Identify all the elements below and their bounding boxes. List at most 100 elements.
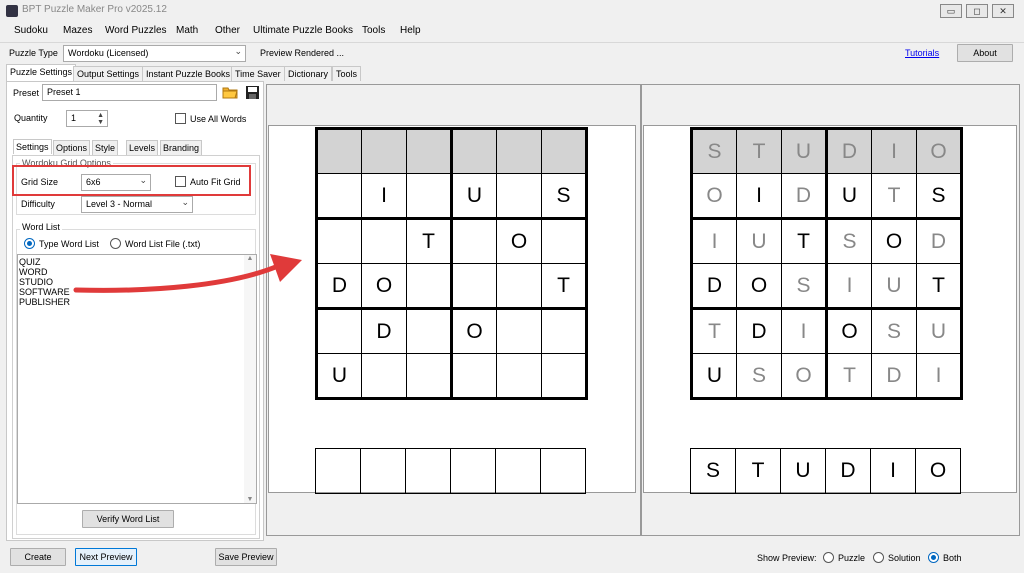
show-both-label: Both (943, 553, 962, 563)
grid-cell: T (871, 173, 917, 220)
menu-tools[interactable]: Tools (362, 25, 385, 36)
tab-dictionary[interactable]: Dictionary (284, 66, 333, 81)
tab-puzzle-settings[interactable]: Puzzle Settings (6, 64, 77, 81)
show-puzzle-radio[interactable] (823, 552, 834, 563)
menu-sudoku[interactable]: Sudoku (14, 25, 48, 36)
puzzle-type-select[interactable]: Wordoku (Licensed) ⌄ (63, 45, 246, 62)
auto-fit-grid-checkbox[interactable] (175, 176, 186, 187)
grid-cell: S (826, 218, 872, 264)
maximize-icon[interactable]: ◻ (966, 4, 988, 18)
chevron-down-icon: ⌄ (234, 46, 242, 56)
create-button[interactable]: Create (10, 548, 66, 566)
scroll-down-icon[interactable]: ▼ (244, 496, 256, 503)
grid-cell: O (915, 448, 961, 494)
subtab-style[interactable]: Style (92, 140, 119, 155)
show-solution-radio[interactable] (873, 552, 884, 563)
tab-output-settings[interactable]: Output Settings (73, 66, 144, 81)
grid-cell: D (690, 263, 737, 310)
grid-cell: U (916, 308, 963, 354)
minimize-icon[interactable]: ▭ (940, 4, 962, 18)
grid-cell: S (690, 448, 736, 494)
difficulty-select[interactable]: Level 3 - Normal ⌄ (81, 196, 193, 213)
grid-cell: D (826, 127, 872, 174)
word-list-item: SOFTWARE (19, 287, 70, 297)
grid-row: U (315, 353, 588, 400)
grid-cell: O (690, 173, 737, 220)
save-preview-button[interactable]: Save Preview (215, 548, 277, 566)
grid-cell: D (871, 353, 917, 400)
grid-cell: U (451, 173, 497, 220)
grid-size-select[interactable]: 6x6 ⌄ (81, 174, 151, 191)
grid-cell: T (690, 308, 737, 354)
verify-word-list-button[interactable]: Verify Word List (82, 510, 174, 528)
save-icon[interactable] (245, 85, 260, 100)
word-list-item: PUBLISHER (19, 297, 71, 307)
app-icon (6, 5, 18, 17)
grid-cell (360, 448, 406, 494)
auto-fit-grid-label: Auto Fit Grid (190, 177, 241, 187)
grid-cell (496, 173, 542, 220)
grid-cell: U (871, 263, 917, 310)
grid-row: DOSIUT (690, 263, 963, 310)
grid-cell (450, 448, 496, 494)
grid-row: STUDIO (690, 448, 961, 494)
grid-row (315, 127, 588, 174)
grid-cell: S (541, 173, 588, 220)
tutorials-link[interactable]: Tutorials (905, 48, 939, 58)
use-all-words-checkbox[interactable] (175, 113, 186, 124)
grid-cell: T (406, 218, 453, 264)
grid-cell: D (736, 308, 782, 354)
type-word-list-radio[interactable] (24, 238, 35, 249)
grid-cell: O (451, 308, 497, 354)
grid-cell: D (825, 448, 871, 494)
word-list-item: STUDIO (19, 277, 54, 287)
subtab-levels[interactable]: Levels (126, 140, 159, 155)
grid-cell (406, 173, 453, 220)
grid-cell: I (781, 308, 828, 354)
menu-word-puzzles[interactable]: Word Puzzles (105, 25, 167, 36)
close-icon[interactable]: ✕ (992, 4, 1014, 18)
grid-cell (361, 218, 407, 264)
menu-ultimate-puzzle-books[interactable]: Ultimate Puzzle Books (253, 25, 353, 36)
difficulty-value: Level 3 - Normal (86, 199, 153, 209)
grid-cell (496, 263, 542, 310)
puzzle-type-label: Puzzle Type (9, 48, 58, 58)
menu-other[interactable]: Other (215, 25, 240, 36)
open-folder-icon[interactable] (222, 85, 238, 99)
subtab-options[interactable]: Options (53, 140, 91, 155)
grid-row: DO T (315, 263, 588, 310)
grid-cell (315, 308, 362, 354)
about-button[interactable]: About (957, 44, 1013, 62)
tab-time-saver[interactable]: Time Saver (231, 66, 285, 81)
grid-cell: O (826, 308, 872, 354)
word-list-file-radio[interactable] (110, 238, 121, 249)
tab-tools[interactable]: Tools (332, 66, 362, 81)
stepper-arrows-icon[interactable]: ▲ ▼ (97, 112, 104, 126)
menu-help[interactable]: Help (400, 25, 421, 36)
grid-cell (541, 218, 588, 264)
grid-cell: I (826, 263, 872, 310)
subtab-branding[interactable]: Branding (160, 140, 203, 155)
menu-mazes[interactable]: Mazes (63, 25, 92, 36)
grid-cell: I (736, 173, 782, 220)
menu-math[interactable]: Math (176, 25, 198, 36)
grid-cell: T (826, 353, 872, 400)
word-list-item: WORD (19, 267, 48, 277)
next-preview-button[interactable]: Next Preview (75, 548, 137, 566)
quantity-stepper[interactable]: 1 ▲ ▼ (66, 110, 108, 127)
grid-row: IUTSOD (690, 218, 963, 264)
subtab-settings[interactable]: Settings (13, 139, 52, 154)
grid-cell (406, 263, 453, 310)
grid-cell: I (870, 448, 916, 494)
grid-cell: I (361, 173, 407, 220)
tab-instant-puzzle-books[interactable]: Instant Puzzle Books (142, 66, 235, 81)
grid-cell (541, 308, 588, 354)
grid-cell: O (496, 218, 542, 264)
preset-input[interactable]: Preset 1 (42, 84, 217, 101)
grid-cell: D (781, 173, 828, 220)
grid-cell: I (871, 127, 917, 174)
grid-cell: S (736, 353, 782, 400)
grid-cell (496, 127, 542, 174)
grid-cell: U (736, 218, 782, 264)
show-both-radio[interactable] (928, 552, 939, 563)
